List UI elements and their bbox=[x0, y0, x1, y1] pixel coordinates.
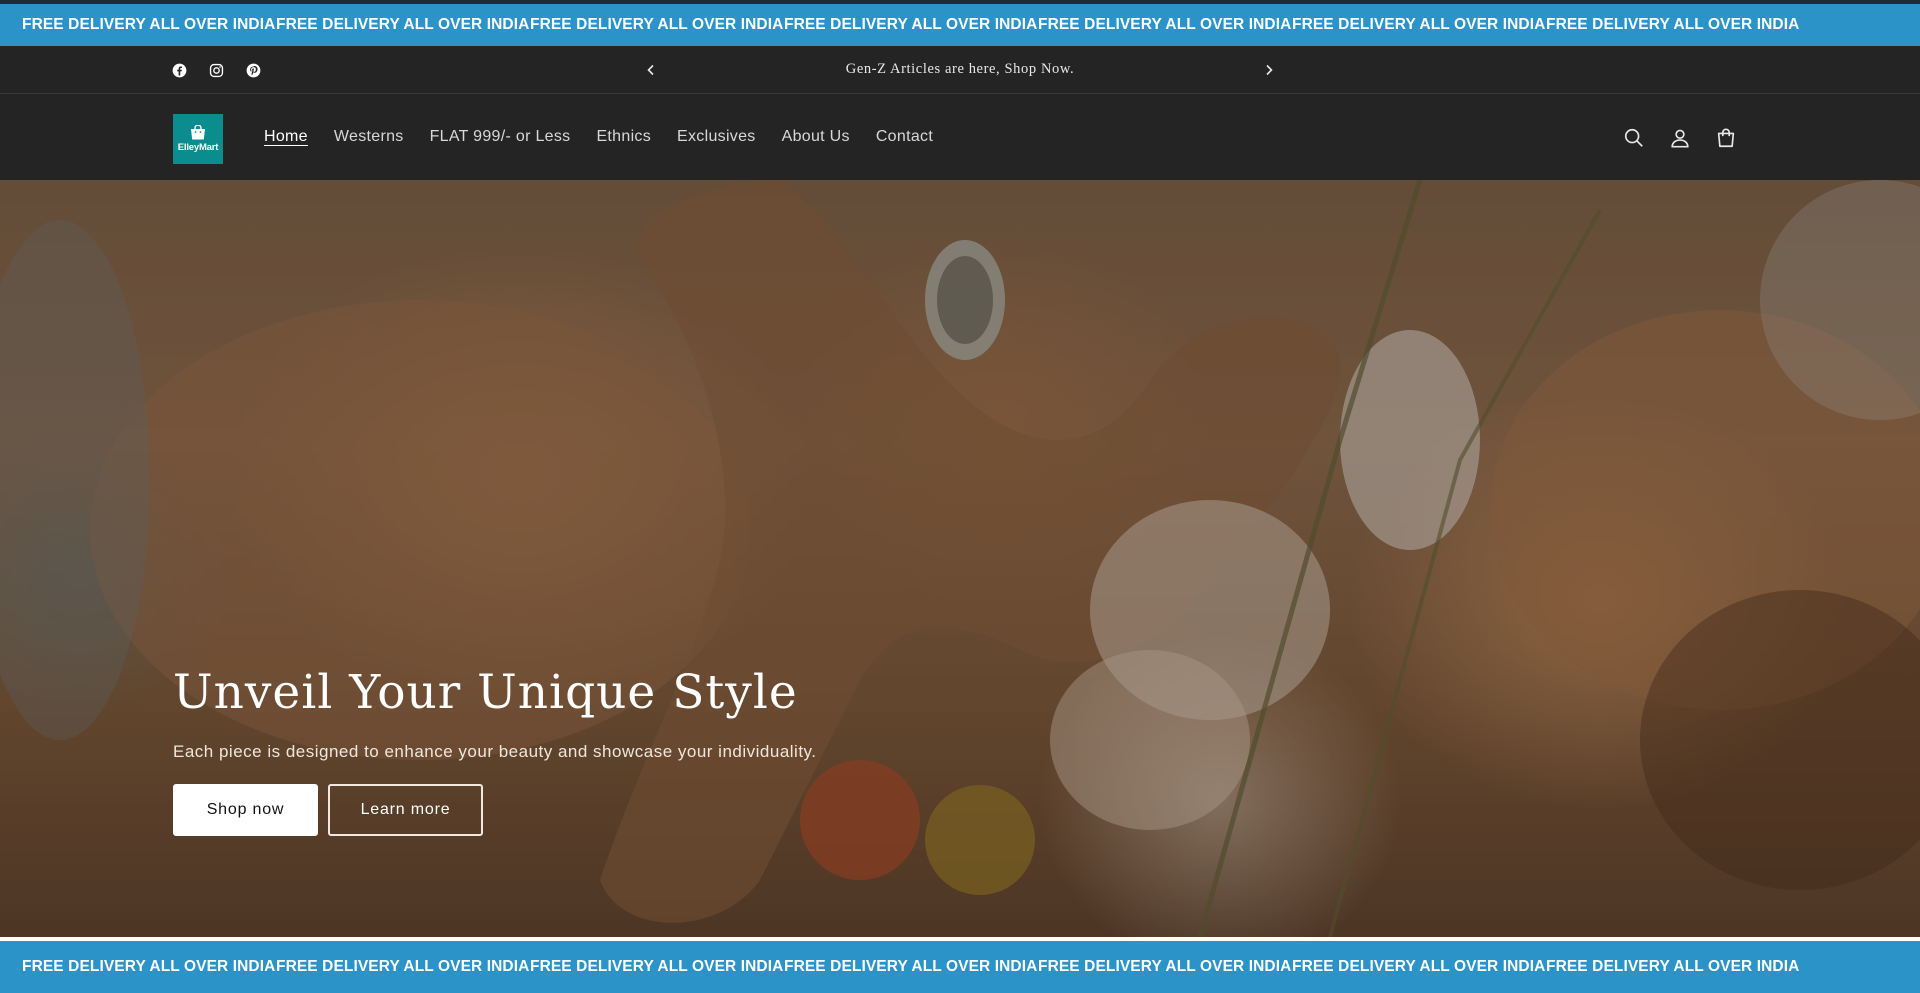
announcement-text[interactable]: Gen-Z Articles are here, Shop Now. bbox=[660, 61, 1260, 78]
account-icon[interactable] bbox=[1668, 126, 1692, 150]
marquee-item: FREE DELIVERY ALL OVER INDIA bbox=[530, 16, 784, 33]
nav-exclusives[interactable]: Exclusives bbox=[677, 128, 756, 146]
nav-home[interactable]: Home bbox=[264, 128, 308, 146]
hero-banner: Unveil Your Unique Style Each piece is d… bbox=[0, 180, 1920, 937]
shopping-bag-icon bbox=[191, 125, 205, 140]
marquee-item: FREE DELIVERY ALL OVER INDIA bbox=[1546, 16, 1800, 33]
marquee-top: FREE DELIVERY ALL OVER INDIA FREE DELIVE… bbox=[0, 0, 1920, 46]
pinterest-icon[interactable] bbox=[244, 61, 263, 80]
instagram-icon[interactable] bbox=[207, 61, 226, 80]
chevron-right-icon[interactable] bbox=[1257, 58, 1281, 82]
marquee-item: FREE DELIVERY ALL OVER INDIA bbox=[1292, 16, 1546, 33]
hero-content: Unveil Your Unique Style Each piece is d… bbox=[173, 665, 817, 836]
marquee-bottom: FREE DELIVERY ALL OVER INDIA FREE DELIVE… bbox=[0, 937, 1920, 993]
logo-text: ElleyMart bbox=[177, 142, 219, 153]
header-actions bbox=[1622, 126, 1738, 150]
marquee-item: FREE DELIVERY ALL OVER INDIA bbox=[276, 16, 530, 33]
announcement-bar: Gen-Z Articles are here, Shop Now. bbox=[0, 46, 1920, 94]
marquee-item: FREE DELIVERY ALL OVER INDIA bbox=[784, 958, 1038, 975]
hero-title: Unveil Your Unique Style bbox=[173, 665, 798, 720]
marquee-item: FREE DELIVERY ALL OVER INDIA bbox=[784, 16, 1038, 33]
social-links bbox=[170, 61, 263, 80]
nav-westerns[interactable]: Westerns bbox=[334, 128, 404, 146]
marquee-item: FREE DELIVERY ALL OVER INDIA bbox=[1038, 16, 1292, 33]
marquee-item: FREE DELIVERY ALL OVER INDIA bbox=[1546, 958, 1800, 975]
main-nav: Home Westerns FLAT 999/- or Less Ethnics… bbox=[264, 128, 959, 146]
learn-more-button[interactable]: Learn more bbox=[328, 784, 483, 836]
hero-buttons: Shop now Learn more bbox=[173, 784, 817, 836]
site-header: ElleyMart Home Westerns FLAT 999/- or Le… bbox=[0, 94, 1920, 180]
search-icon[interactable] bbox=[1622, 126, 1646, 150]
marquee-item: FREE DELIVERY ALL OVER INDIA bbox=[1292, 958, 1546, 975]
cart-icon[interactable] bbox=[1714, 126, 1738, 150]
hero-subtitle: Each piece is designed to enhance your b… bbox=[173, 742, 817, 761]
shop-now-button[interactable]: Shop now bbox=[173, 784, 318, 836]
logo[interactable]: ElleyMart bbox=[173, 114, 223, 164]
facebook-icon[interactable] bbox=[170, 61, 189, 80]
marquee-item: FREE DELIVERY ALL OVER INDIA bbox=[1038, 958, 1292, 975]
nav-flat-999[interactable]: FLAT 999/- or Less bbox=[430, 128, 571, 146]
marquee-item: FREE DELIVERY ALL OVER INDIA bbox=[530, 958, 784, 975]
marquee-item: FREE DELIVERY ALL OVER INDIA bbox=[276, 958, 530, 975]
nav-contact[interactable]: Contact bbox=[876, 128, 933, 146]
marquee-item: FREE DELIVERY ALL OVER INDIA bbox=[22, 958, 276, 975]
marquee-item: FREE DELIVERY ALL OVER INDIA bbox=[22, 16, 276, 33]
nav-about-us[interactable]: About Us bbox=[782, 128, 850, 146]
nav-ethnics[interactable]: Ethnics bbox=[596, 128, 651, 146]
